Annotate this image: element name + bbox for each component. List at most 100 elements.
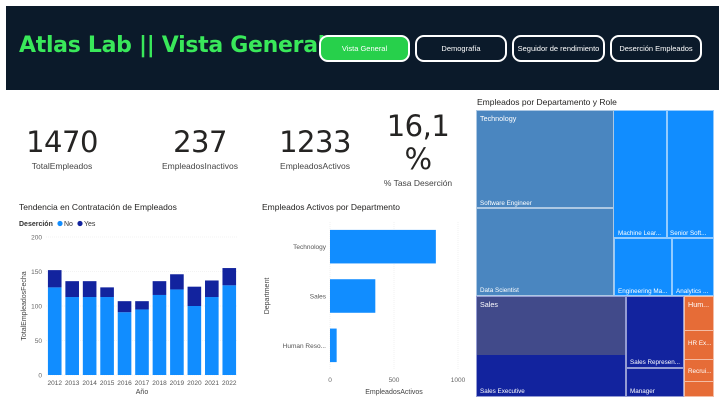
bar-no-2017 [135, 309, 149, 375]
x-axis-title: EmpleadosActivos [365, 389, 423, 396]
page-title: Atlas Lab || Vista General [19, 33, 325, 58]
y-tick-label: Technology [293, 244, 327, 251]
dept-chart-title: Empleados Activos por Departmento [262, 202, 400, 212]
treemap-divider [685, 381, 713, 382]
legend-label-yes: Yes [84, 221, 96, 228]
bar-no-2021 [205, 297, 219, 375]
treemap-cell-label: Sales Executive [480, 388, 525, 395]
bar-yes-2012 [47, 270, 62, 288]
x-tick-label: 2022 [222, 380, 237, 387]
bar-no-2012 [47, 287, 62, 375]
bar-no-2016 [117, 312, 132, 375]
treemap-cell-label: Data Scientist [480, 287, 519, 294]
y-tick-label: 150 [31, 269, 42, 276]
dept-role-treemap[interactable]: Technology Software Engineer Data Scient… [476, 110, 714, 397]
x-tick-label: 2017 [135, 380, 150, 387]
y-tick-label: Human Reso... [283, 343, 327, 350]
bar-yes-2018 [152, 281, 167, 295]
kpi-label: EmpleadosInactivos [161, 161, 239, 171]
kpi-empleados-activos: 1233 EmpleadosActivos [267, 125, 363, 172]
y-tick-label: 200 [31, 235, 42, 242]
treemap-cell-machine-learning[interactable]: Machine Lear... [614, 110, 667, 238]
x-tick-label: 1000 [451, 377, 466, 384]
treemap-cell-data-scientist[interactable]: Data Scientist [476, 208, 614, 296]
x-tick-label: 2016 [117, 380, 132, 387]
treemap-divider [685, 330, 713, 331]
x-tick-label: 2019 [170, 380, 185, 387]
treemap-divider [685, 359, 713, 360]
y-axis-title: TotalEmpleadosFecha [21, 271, 28, 340]
kpi-value: 237 [173, 125, 227, 159]
treemap-highlight-sales [477, 297, 625, 355]
x-tick-label: 2020 [187, 380, 202, 387]
x-axis-title: Año [136, 389, 149, 396]
y-axis-title: Department [264, 278, 271, 315]
bar-no-2014 [82, 297, 97, 375]
x-tick-label: 0 [328, 377, 332, 384]
dashboard-page: Atlas Lab || Vista General Vista General… [0, 0, 723, 403]
bar-yes-2015 [100, 287, 114, 298]
bar-no-2019 [170, 289, 184, 375]
treemap-group-label-technology: Technology [480, 114, 517, 123]
bar-no-2013 [65, 297, 79, 375]
x-tick-label: 2014 [82, 380, 97, 387]
hiring-trend-chart[interactable]: Deserción No Yes0501001502002012 2013 2014 20… [10, 214, 245, 399]
nav-button-desercion-empleados[interactable]: Deserción Empleados [610, 35, 702, 62]
treemap-cell-label: Machine Lear... [618, 230, 662, 237]
y-tick-label: 100 [31, 304, 42, 311]
treemap-cell-software-engineer[interactable]: Technology Software Engineer [476, 110, 614, 208]
treemap-group-label-sales: Sales [480, 300, 498, 309]
bar-yes-2019 [170, 274, 184, 290]
bar-yes-2021 [205, 280, 219, 298]
kpi-value: 1233 [279, 125, 351, 159]
treemap-cell-sales-executive[interactable]: Sales Sales Executive [476, 296, 626, 397]
x-tick-label: 2015 [100, 380, 115, 387]
treemap-cell-analytics[interactable]: Analytics ... [672, 238, 714, 296]
treemap-cell-label: Senior Soft... [670, 230, 707, 237]
treemap-cell-engineering-manager[interactable]: Engineering Ma... [614, 238, 672, 296]
bar-yes-2022 [222, 268, 237, 286]
nav-button-vista-general[interactable]: Vista General [319, 35, 410, 62]
dept-active-chart[interactable]: 0 500 1000 Technology Sales Human Reso... Empl… [255, 216, 470, 399]
bar-no-2020 [187, 306, 202, 375]
legend-marker-yes [77, 220, 83, 227]
kpi-total-empleados: 1470 TotalEmpleados [18, 128, 106, 172]
treemap-cell-label-recruiter: Recrui... [688, 368, 712, 375]
treemap-cell-label: Software Engineer [480, 200, 532, 207]
kpi-value-number: 16,1 [386, 109, 450, 143]
treemap-cell-label: Engineering Ma... [618, 288, 668, 295]
treemap-group-label-hr: Hum... [688, 300, 710, 309]
treemap-cell-human-resources[interactable]: Hum... HR Ex... Recrui... [684, 296, 714, 397]
x-tick-label: 2013 [65, 380, 80, 387]
treemap-cell-sales-representative[interactable]: Sales Represen... [626, 296, 684, 368]
bar-technology [330, 229, 436, 264]
treemap-cell-manager[interactable]: Manager [626, 368, 684, 397]
x-tick-label: 2021 [205, 380, 220, 387]
nav-button-seguidor-rendimiento[interactable]: Seguidor de rendimiento [512, 35, 605, 62]
x-tick-label: 2012 [47, 380, 62, 387]
bar-yes-2014 [82, 281, 97, 298]
bar-yes-2020 [187, 286, 202, 306]
bar-no-2022 [222, 285, 237, 375]
x-tick-label: 500 [389, 377, 400, 384]
legend-marker-no [57, 220, 63, 227]
y-tick-label: 50 [35, 338, 43, 345]
bar-sales [330, 279, 376, 313]
treemap-cell-label: Manager [630, 388, 655, 395]
y-tick-label: 0 [38, 373, 42, 380]
treemap-cell-label: Sales Represen... [630, 359, 681, 366]
kpi-label: % Tasa Deserción [383, 178, 453, 188]
bar-yes-2013 [65, 281, 79, 298]
legend-title: Deserción [19, 221, 53, 228]
kpi-label: TotalEmpleados [31, 161, 93, 171]
nav-button-demografia[interactable]: Demografía [415, 35, 507, 62]
kpi-tasa-desercion: 16,1 % % Tasa Deserción [373, 109, 463, 189]
bar-no-2018 [152, 294, 167, 375]
treemap-cell-label-hr-executive: HR Ex... [688, 340, 712, 347]
x-tick-label: 2018 [152, 380, 167, 387]
treemap-cell-senior-software[interactable]: Senior Soft... [667, 110, 714, 238]
y-tick-label: Sales [310, 294, 327, 301]
header-bar: Atlas Lab || Vista General Vista General… [6, 6, 719, 90]
kpi-value-percent-sign: % [404, 142, 432, 176]
kpi-label: EmpleadosActivos [280, 161, 350, 171]
